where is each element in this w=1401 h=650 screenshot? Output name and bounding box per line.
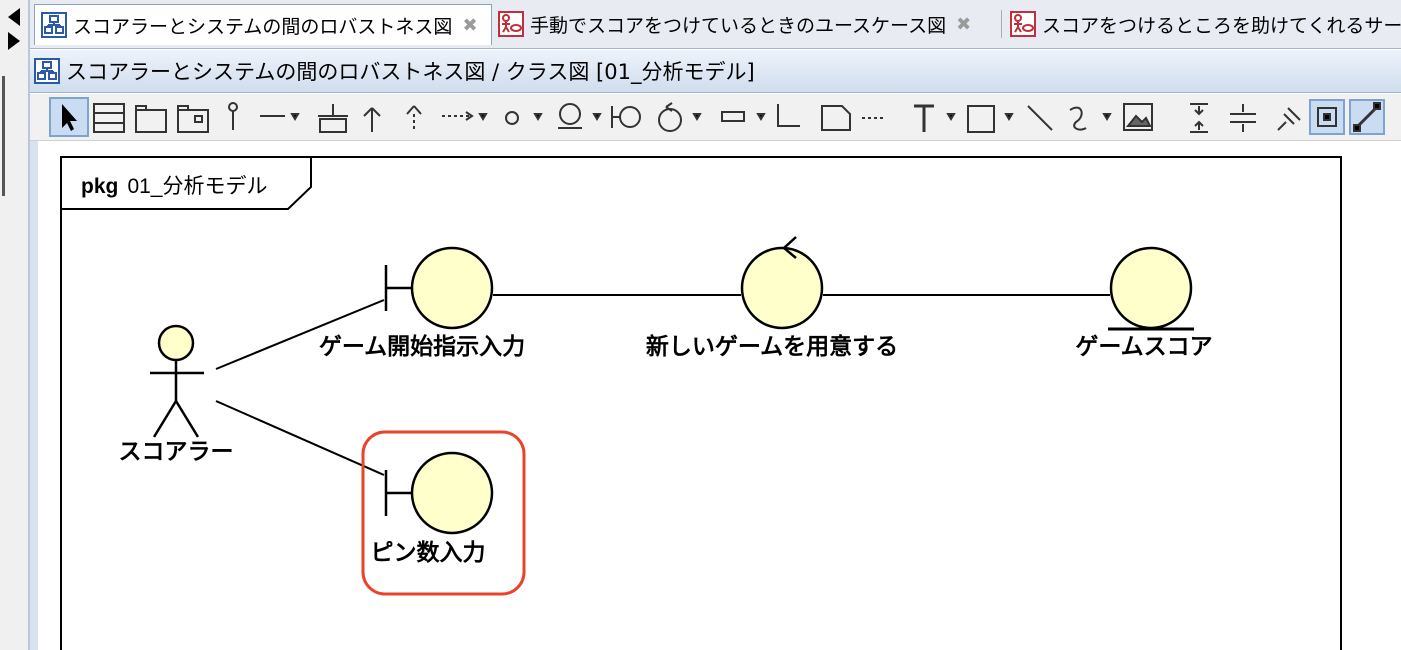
text-tool-icon[interactable]: [914, 104, 956, 132]
corner-tool-icon[interactable]: [777, 104, 800, 127]
actor-label: スコアラー: [119, 438, 234, 464]
interface-tool-icon[interactable]: [228, 102, 238, 130]
tab-label: スコアをつけるところを助けてくれるサービ: [1042, 14, 1401, 37]
association-tool-icon[interactable]: [260, 113, 300, 121]
tab-usecase-manual-scoring[interactable]: 手動でスコアをつけているときのユースケース図 ✖: [492, 4, 1002, 44]
scroll-left-arrow-icon[interactable]: [8, 8, 20, 26]
boundary-icon[interactable]: [384, 451, 494, 535]
package-name: 01_分析モデル: [127, 175, 267, 198]
note-tool-icon[interactable]: [821, 105, 851, 131]
horizontal-align-icon[interactable]: [1230, 104, 1256, 132]
close-tab-icon[interactable]: ✖: [956, 14, 971, 35]
tab-robustness-diagram[interactable]: スコアラーとシステムの間のロバストネス図 ✖: [34, 4, 492, 45]
select-tool-icon[interactable]: [49, 97, 89, 137]
text-field-tool-icon[interactable]: [721, 111, 766, 122]
vertical-align-icon[interactable]: [1190, 103, 1208, 133]
actor-scorer-icon[interactable]: [150, 324, 204, 438]
note-circle-tool-icon[interactable]: [505, 111, 543, 125]
subsystem-tool-icon[interactable]: [177, 105, 209, 133]
association-actor-boundary2[interactable]: [215, 400, 385, 476]
freehand-tool-icon[interactable]: [1069, 106, 1112, 131]
class-diagram-icon: [41, 12, 67, 38]
tab-usecase-scoring-service[interactable]: スコアをつけるところを助けてくれるサービ: [1004, 4, 1401, 44]
package-tool-icon[interactable]: [135, 105, 167, 133]
close-tab-icon[interactable]: ✖: [462, 15, 477, 36]
diagram-canvas[interactable]: pkg 01_分析モデル スコアラー ゲーム開始指示入力 新しいゲームを用意する: [30, 141, 1401, 650]
control-icon[interactable]: [740, 236, 824, 330]
control-tool-icon[interactable]: [658, 102, 702, 132]
boundary-tool-icon[interactable]: [558, 103, 602, 129]
line-tool-icon[interactable]: [1027, 105, 1053, 131]
boundary-label: ピン数入力: [371, 539, 486, 565]
boundary-label: ゲーム開始指示入力: [319, 333, 525, 359]
diagram-title: スコアラーとシステムの間のロバストネス図 / クラス図 [01_分析モデル]: [66, 60, 755, 84]
generalization-tool-icon[interactable]: [363, 107, 381, 132]
toggle-view-icon[interactable]: [1309, 99, 1345, 135]
class-diagram-icon: [34, 58, 60, 84]
image-tool-icon[interactable]: [1123, 103, 1153, 131]
class-tool-icon[interactable]: [93, 103, 125, 133]
pin-icon[interactable]: [1277, 107, 1301, 131]
dependency-tool-icon[interactable]: [442, 111, 488, 121]
association-class-tool-icon[interactable]: [318, 104, 348, 133]
boundary-icon[interactable]: [384, 246, 494, 330]
scroll-right-arrow-icon[interactable]: [8, 32, 20, 50]
boundary-interface-tool-icon[interactable]: [611, 106, 641, 128]
entity-icon[interactable]: [1108, 246, 1194, 331]
usecase-diagram-icon: [1010, 11, 1036, 37]
control-label: 新しいゲームを用意する: [646, 333, 898, 359]
line-style-icon[interactable]: [1349, 99, 1385, 135]
package-frame[interactable]: [60, 156, 1342, 650]
tab-label: 手動でスコアをつけているときのユースケース図: [530, 14, 947, 37]
diagram-tab-bar: スコアラーとシステムの間のロバストネス図 ✖ 手動でスコアをつけているときのユー…: [30, 0, 1401, 49]
svg-text:pkg 01_分析モデル: pkg 01_分析モデル: [81, 175, 267, 198]
package-keyword: pkg: [81, 175, 118, 198]
tab-label: スコアラーとシステムの間のロバストネス図: [73, 15, 453, 38]
usecase-diagram-icon: [498, 11, 524, 37]
panel-splitter[interactable]: [2, 76, 5, 196]
diagram-toolbar: [30, 94, 1401, 141]
diagram-title-bar: スコアラーとシステムの間のロバストネス図 / クラス図 [01_分析モデル]: [30, 50, 1401, 93]
left-panel-strip: [0, 0, 30, 650]
entity-label: ゲームスコア: [1075, 333, 1212, 359]
realization-tool-icon[interactable]: [406, 105, 422, 132]
rectangle-tool-icon[interactable]: [967, 105, 1014, 133]
robustness-diagram: pkg 01_分析モデル スコアラー ゲーム開始指示入力 新しいゲームを用意する: [60, 156, 1342, 650]
